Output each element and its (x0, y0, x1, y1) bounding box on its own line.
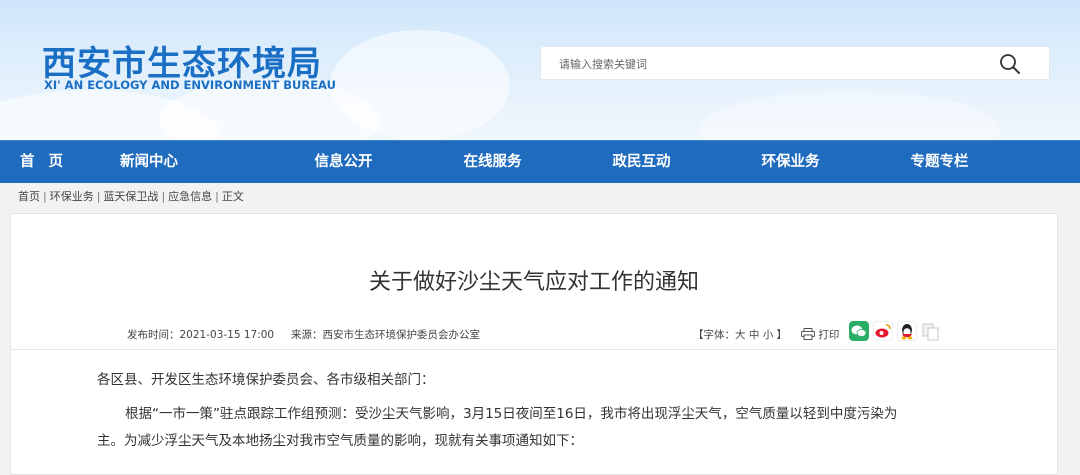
breadcrumb-current: 正文 (221, 190, 244, 203)
article-panel: 关于做好沙尘天气应对工作的通知 发布时间：2021-03-15 17:00 来源… (10, 213, 1058, 475)
publish-time: 发布时间：2021-03-15 17:00 (127, 329, 275, 341)
qq-icon[interactable] (897, 321, 917, 341)
breadcrumb-separator: | (161, 190, 166, 203)
nav-item-news[interactable]: 新闻中心 (86, 141, 269, 183)
search-input[interactable] (557, 47, 981, 81)
breadcrumb-separator: | (43, 190, 47, 203)
breadcrumb-separator: | (96, 190, 101, 203)
article-title: 关于做好沙尘天气应对工作的通知 (368, 270, 699, 295)
nav-item-disclosure[interactable]: 信息公开 (269, 141, 418, 183)
breadcrumb-env-business[interactable]: 环保业务 (50, 190, 94, 203)
breadcrumb-blue-sky[interactable]: 蓝天保卫战 (103, 190, 158, 203)
breadcrumb: 首页 | 环保业务 | 蓝天保卫战 | 应急信息 | 正文 (0, 183, 1080, 211)
article-meta: 发布时间：2021-03-15 17:00 来源：西安市生态环境保护委员会办公室… (11, 319, 1057, 350)
nav-item-special-topics[interactable]: 专题专栏 (865, 141, 1014, 183)
nav-item-home[interactable]: 首页 (0, 141, 86, 183)
breadcrumb-home[interactable]: 首页 (18, 190, 40, 203)
font-label: 【字体： (693, 329, 735, 341)
font-size-small[interactable]: 小 (763, 329, 774, 341)
nav-item-online-service[interactable]: 在线服务 (418, 141, 567, 183)
breadcrumb-separator: | (215, 190, 219, 203)
cloud-decoration (700, 90, 1000, 140)
font-size-large[interactable]: 大 (735, 329, 746, 341)
search-box (540, 46, 1050, 81)
article-paragraph: 主。为减少浮尘天气及本地扬尘对我市空气质量的影响，现就有关事项通知如下： (97, 433, 583, 449)
weibo-icon[interactable] (873, 321, 893, 341)
print-label: 打印 (818, 329, 840, 341)
main-nav: 首页 新闻中心 信息公开 在线服务 政民互动 环保业务 专题专栏 (0, 140, 1080, 183)
article-source: 来源：西安市生态环境保护委员会办公室 (291, 329, 480, 341)
site-header: 西安市生态环境局 XI' AN ECOLOGY AND ENVIRONMENT … (0, 0, 1080, 140)
nav-item-interaction[interactable]: 政民互动 (567, 141, 716, 183)
font-size-medium[interactable]: 中 (749, 329, 760, 341)
font-label-end: 】 (776, 329, 788, 341)
wechat-icon[interactable] (849, 321, 869, 341)
breadcrumb-emergency[interactable]: 应急信息 (168, 190, 212, 203)
printer-icon (801, 328, 815, 340)
site-logo-subtitle: XI' AN ECOLOGY AND ENVIRONMENT BUREAU (44, 78, 336, 92)
article-paragraph: 根据“一市一策”驻点跟踪工作组预测：受沙尘天气影响，3月15日夜间至16日，我市… (125, 406, 898, 422)
copy-icon[interactable] (921, 321, 941, 341)
font-size-controls: 【字体：大 中 小 】 (693, 327, 787, 342)
search-icon[interactable] (999, 53, 1021, 75)
print-button[interactable]: 打印 (801, 327, 839, 342)
nav-item-env-business[interactable]: 环保业务 (716, 141, 865, 183)
cloud-decoration (330, 30, 510, 140)
article-paragraph: 各区县、开发区生态环境保护委员会、各市级相关部门： (97, 372, 435, 388)
